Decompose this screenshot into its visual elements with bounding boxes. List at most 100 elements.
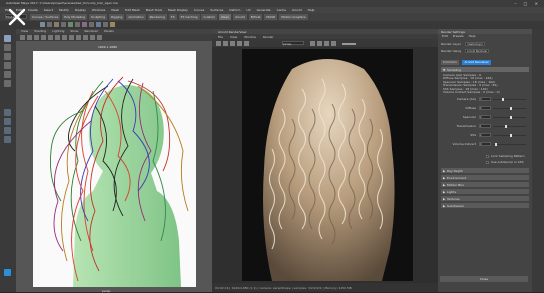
menu-select[interactable]: Select (44, 8, 53, 12)
shelf-tab[interactable]: FX (168, 14, 177, 20)
shelf-tab[interactable]: MASH (264, 14, 278, 20)
shelf-tool-icon[interactable] (96, 22, 101, 27)
ipr-icon[interactable] (223, 41, 228, 46)
viewport-menu-view[interactable]: View (21, 29, 28, 33)
shelf-tab[interactable]: FX Caching (178, 14, 200, 20)
shelf-tab[interactable]: Poly Modeling (62, 14, 88, 20)
param-slider[interactable] (493, 143, 526, 146)
section-subdivision[interactable]: ▶ Subdivision (441, 203, 529, 208)
menu-arnold[interactable]: Arnold (292, 8, 302, 12)
grid-icon[interactable] (34, 35, 39, 40)
shelf-tab[interactable]: Rigging (109, 14, 125, 20)
slider-thumb[interactable] (494, 143, 497, 146)
section-motion-blur[interactable]: ▶ Motion Blur (441, 182, 529, 187)
shelf-tool-icon[interactable] (89, 22, 94, 27)
layout-two-icon[interactable] (4, 127, 11, 134)
render-layer-select[interactable]: masterLayer (464, 42, 485, 46)
param-slider[interactable] (493, 98, 526, 101)
render-using-select[interactable]: Arnold Renderer (465, 49, 490, 53)
tab-arnold-renderer[interactable]: Arnold Renderer (462, 60, 491, 65)
menu-generate[interactable]: Generate (257, 8, 271, 12)
shelf-tab[interactable]: Animation (126, 14, 146, 20)
param-value-field[interactable]: 2 (479, 106, 491, 110)
menu-mesh[interactable]: Mesh (111, 8, 119, 12)
slider-thumb[interactable] (510, 116, 513, 119)
layout-four-icon[interactable] (4, 118, 11, 125)
slider-thumb[interactable] (510, 107, 513, 110)
slider-thumb[interactable] (510, 134, 513, 137)
shelf-tool-icon[interactable] (47, 22, 52, 27)
shelf-tool-icon[interactable] (54, 22, 59, 27)
wireframe-icon[interactable] (55, 35, 60, 40)
menu-surfaces[interactable]: Surfaces (210, 8, 223, 12)
shelf-tool-icon[interactable] (75, 22, 80, 27)
shelf-tab[interactable]: Rendering (147, 14, 167, 20)
viewport-menu-show[interactable]: Show (70, 29, 78, 33)
param-value-field[interactable]: 2 (479, 115, 491, 119)
param-value-field[interactable]: 0 (479, 142, 491, 146)
shelf-tool-icon[interactable] (110, 22, 115, 27)
bookmark-icon[interactable] (27, 35, 32, 40)
select-tool-icon[interactable] (4, 35, 11, 42)
shelf-tab-xgen[interactable]: XGen (218, 14, 232, 20)
settings-menu-edit[interactable]: Edit (442, 34, 448, 38)
param-slider[interactable] (493, 134, 526, 137)
camera-select[interactable]: persp (282, 41, 304, 46)
param-value-field[interactable]: 3 (479, 97, 491, 101)
viewport-menu-panels[interactable]: Panels (104, 29, 114, 33)
menu-deform[interactable]: Deform (229, 8, 240, 12)
shelf-tool-icon[interactable] (82, 22, 87, 27)
shelf-tab[interactable]: Bifrost (248, 14, 263, 20)
menu-edit-mesh[interactable]: Edit Mesh (125, 8, 140, 12)
channel-green-icon[interactable] (317, 41, 322, 46)
menu-modify[interactable]: Modify (59, 8, 69, 12)
slider-thumb[interactable] (502, 98, 505, 101)
lasso-tool-icon[interactable] (4, 44, 11, 51)
menu-mesh-display[interactable]: Mesh Display (168, 8, 188, 12)
param-value-field[interactable]: 2 (479, 133, 491, 137)
camera-icon[interactable] (20, 35, 25, 40)
param-slider[interactable] (493, 116, 526, 119)
close-button[interactable]: Close (440, 276, 528, 282)
crop-region-icon[interactable] (237, 41, 242, 46)
isolate-icon[interactable] (90, 35, 95, 40)
section-sampling[interactable]: ▼ Sampling (441, 67, 529, 72)
shadows-icon[interactable] (83, 35, 88, 40)
film-gate-icon[interactable] (41, 35, 46, 40)
render-icon[interactable] (216, 41, 221, 46)
smooth-shade-icon[interactable] (62, 35, 67, 40)
channel-alpha-icon[interactable] (331, 41, 336, 46)
menu-windows[interactable]: Windows (92, 8, 105, 12)
scale-tool-icon[interactable] (4, 80, 11, 87)
stop-icon[interactable] (230, 41, 235, 46)
shelf-tab[interactable]: Arnold (233, 14, 247, 20)
channel-blue-icon[interactable] (324, 41, 329, 46)
shelf-tab[interactable]: Curves / Surfaces (30, 14, 61, 20)
exposure-slider[interactable] (342, 43, 356, 45)
menu-curves[interactable]: Curves (194, 8, 204, 12)
shelf-tab[interactable]: Motion Graphics (279, 14, 308, 20)
viewport-menu-lighting[interactable]: Lighting (52, 29, 64, 33)
section-lights[interactable]: ▶ Lights (441, 189, 529, 194)
param-slider[interactable] (493, 125, 526, 128)
layout-outliner-icon[interactable] (4, 136, 11, 143)
shelf-tab[interactable]: Custom (201, 14, 217, 20)
move-tool-icon[interactable] (4, 62, 11, 69)
tab-common[interactable]: Common (441, 60, 459, 65)
section-environment[interactable]: ▶ Environment (441, 175, 529, 180)
menu-help[interactable]: Help (308, 8, 315, 12)
textured-icon[interactable] (69, 35, 74, 40)
close-icon[interactable] (7, 7, 27, 27)
shelf-tool-icon[interactable] (103, 22, 108, 27)
section-textures[interactable]: ▶ Textures (441, 196, 529, 201)
viewport-menu-renderer[interactable]: Renderer (84, 29, 98, 33)
slider-thumb[interactable] (505, 125, 508, 128)
menu-create[interactable]: Create (28, 8, 38, 12)
settings-menu-presets[interactable]: Presets (453, 34, 464, 38)
xray-icon[interactable] (97, 35, 102, 40)
menu-uv[interactable]: UV (246, 8, 250, 12)
shelf-tool-icon[interactable] (68, 22, 73, 27)
snapshot-icon[interactable] (244, 41, 249, 46)
autobump-checkbox[interactable]: Use Autobump in SSS (486, 160, 524, 164)
shelf-tool-icon[interactable] (61, 22, 66, 27)
